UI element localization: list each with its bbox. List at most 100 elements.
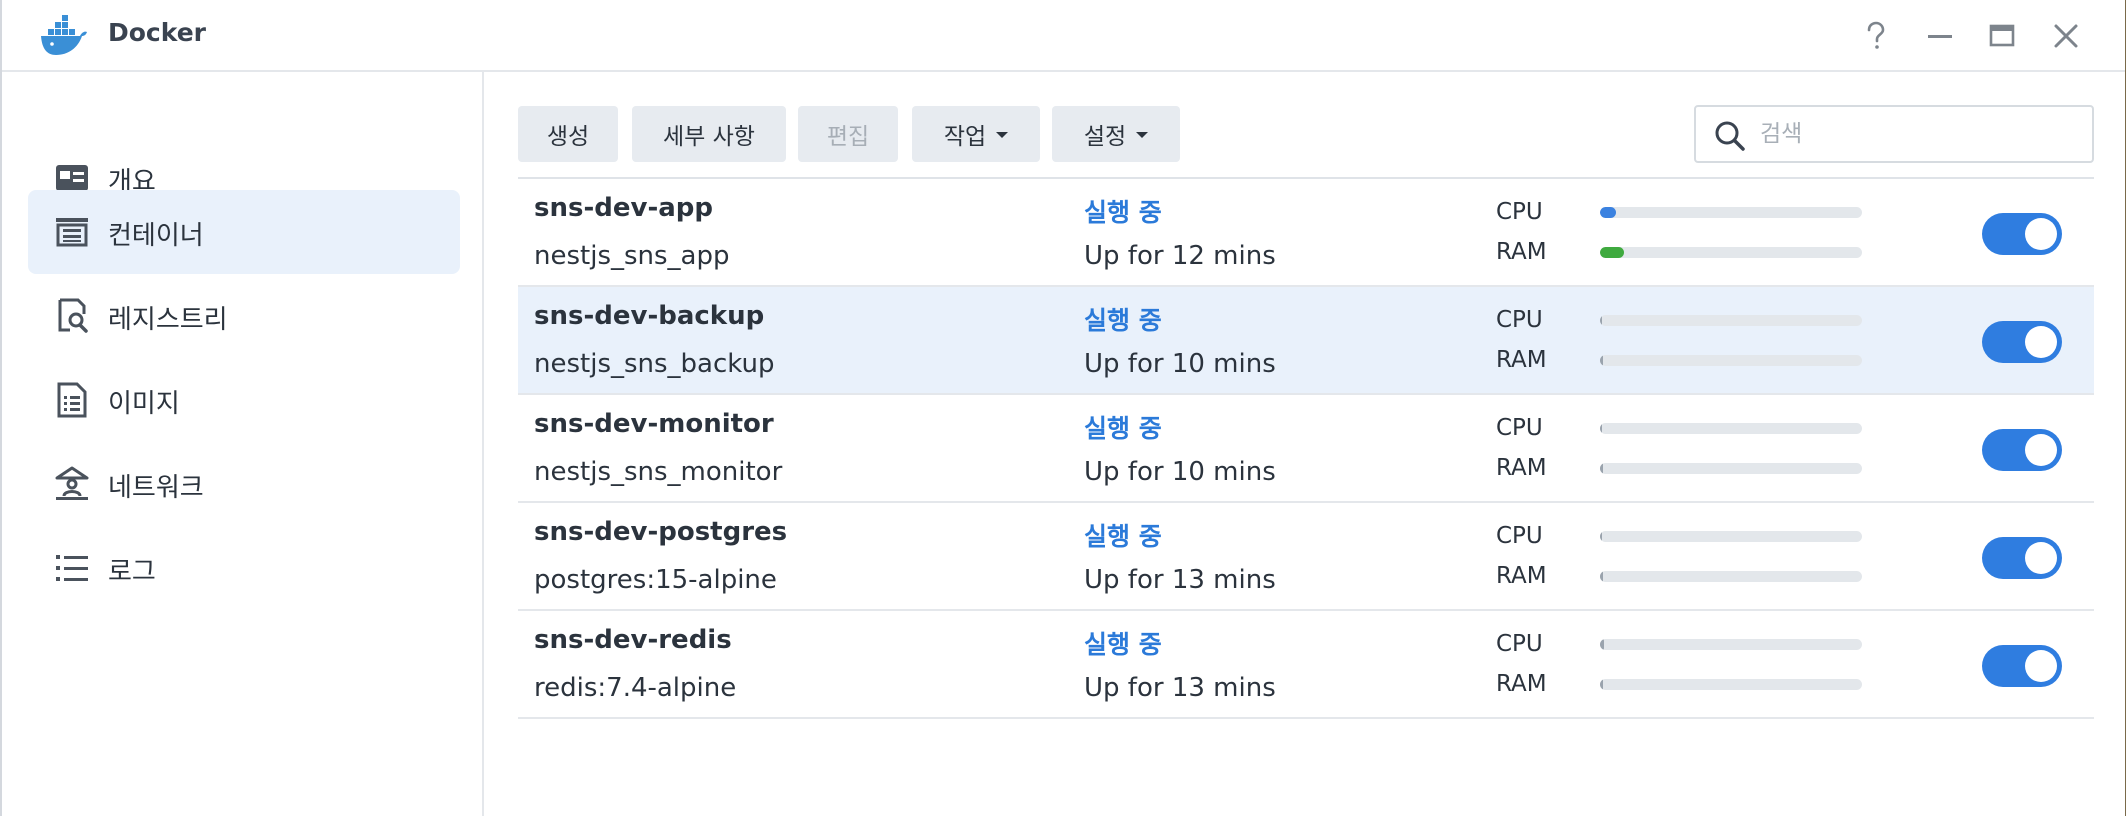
ram-usage-bar [1600,679,1862,690]
caret-down-icon [996,132,1009,138]
sidebar-item-registry[interactable]: 레지스트리 [28,274,460,358]
uptime-text: Up for 13 mins [1084,673,1276,703]
log-icon [56,555,88,581]
ram-usage-bar [1600,463,1862,474]
container-toggle[interactable] [1982,213,2062,255]
cpu-label: CPU [1496,307,1543,333]
ram-usage-bar [1600,247,1862,258]
docker-window: Docker 개요 컨테이너 레지스트리 이미지 네트워크 로그 생성 세부 사… [0,0,2126,816]
container-toggle[interactable] [1982,537,2062,579]
container-name: sns-dev-backup [534,301,765,331]
registry-icon [58,298,88,333]
container-name: sns-dev-app [534,193,714,223]
ram-usage-fill [1600,571,1603,582]
details-button[interactable]: 세부 사항 [632,106,786,162]
cpu-usage-fill [1600,207,1616,218]
ram-label: RAM [1496,239,1547,265]
ram-label: RAM [1496,455,1547,481]
ram-usage-fill [1600,679,1603,690]
sidebar-item-label: 레지스트리 [108,305,228,335]
container-toggle[interactable] [1982,321,2062,363]
uptime-text: Up for 12 mins [1084,241,1276,271]
network-icon [55,466,89,500]
action-dropdown[interactable]: 작업 [912,106,1040,162]
cpu-usage-fill [1600,639,1604,650]
container-image: redis:7.4-alpine [534,673,737,703]
app-title: Docker [108,18,206,47]
cpu-usage-bar [1600,423,1862,434]
status-text: 실행 중 [1084,306,1162,335]
toggle-knob [2025,650,2057,682]
ram-usage-bar [1600,355,1862,366]
docker-whale-icon [41,15,87,55]
help-icon [1867,21,1885,49]
sidebar-item-label: 컨테이너 [108,221,204,251]
container-name: sns-dev-monitor [534,409,774,439]
minimize-button[interactable] [1918,14,1962,58]
container-row[interactable]: sns-dev-monitor nestjs_sns_monitor 실행 중 Up … [518,395,2094,503]
search-box[interactable] [1694,105,2094,163]
container-image: nestjs_sns_monitor [534,457,783,487]
search-icon [1715,121,1745,151]
cpu-label: CPU [1496,199,1543,225]
ram-usage-fill [1600,355,1603,366]
cpu-label: CPU [1496,415,1543,441]
sidebar-item-log[interactable]: 로그 [28,526,460,610]
sidebar-item-network[interactable]: 네트워크 [28,442,460,526]
search-input[interactable] [1760,115,2080,153]
ram-usage-bar [1600,571,1862,582]
container-name: sns-dev-redis [534,625,732,655]
container-row[interactable]: sns-dev-app nestjs_sns_app 실행 중 Up for 12 m… [518,179,2094,287]
container-image: postgres:15-alpine [534,565,777,595]
minimize-icon [1928,35,1952,38]
status-text: 실행 중 [1084,522,1162,551]
sidebar-item-label: 이미지 [108,389,180,419]
ram-usage-fill [1600,463,1603,474]
container-row[interactable]: sns-dev-postgres postgres:15-alpine 실행 중 Up… [518,503,2094,611]
container-icon [56,218,88,247]
create-button[interactable]: 생성 [518,106,618,162]
sidebar-item-container[interactable]: 컨테이너 [28,190,460,274]
container-row[interactable]: sns-dev-backup nestjs_sns_backup 실행 중 Up fo… [518,287,2094,395]
toggle-knob [2025,542,2057,574]
image-icon [57,382,87,418]
cpu-usage-bar [1600,315,1862,326]
cpu-usage-fill [1600,531,1602,542]
cpu-label: CPU [1496,631,1543,657]
title-bar: Docker [2,0,2126,72]
ram-label: RAM [1496,347,1547,373]
sidebar-item-label: 네트워크 [108,473,204,503]
close-icon [2054,24,2078,48]
maximize-icon [1989,24,2015,47]
maximize-button[interactable] [1980,14,2024,58]
cpu-usage-bar [1600,207,1862,218]
help-button[interactable] [1854,14,1898,58]
container-name: sns-dev-postgres [534,517,788,547]
settings-dropdown[interactable]: 설정 [1052,106,1180,162]
toggle-knob [2025,218,2057,250]
container-toggle[interactable] [1982,429,2062,471]
sidebar: 개요 컨테이너 레지스트리 이미지 네트워크 로그 [2,72,484,816]
uptime-text: Up for 10 mins [1084,457,1276,487]
status-text: 실행 중 [1084,414,1162,443]
uptime-text: Up for 13 mins [1084,565,1276,595]
toggle-knob [2025,434,2057,466]
ram-label: RAM [1496,563,1547,589]
ram-label: RAM [1496,671,1547,697]
toggle-knob [2025,326,2057,358]
ram-usage-fill [1600,247,1624,258]
edit-button[interactable]: 편집 [798,106,898,162]
action-dropdown-label: 작업 [943,124,987,150]
container-image: nestjs_sns_backup [534,349,775,379]
cpu-usage-fill [1600,423,1602,434]
status-text: 실행 중 [1084,198,1162,227]
close-button[interactable] [2044,14,2088,58]
container-image: nestjs_sns_app [534,241,730,271]
settings-dropdown-label: 설정 [1083,124,1127,150]
cpu-usage-bar [1600,531,1862,542]
container-row[interactable]: sns-dev-redis redis:7.4-alpine 실행 중 Up for … [518,611,2094,719]
cpu-usage-fill [1600,315,1602,326]
status-text: 실행 중 [1084,630,1162,659]
sidebar-item-image[interactable]: 이미지 [28,358,460,442]
container-toggle[interactable] [1982,645,2062,687]
